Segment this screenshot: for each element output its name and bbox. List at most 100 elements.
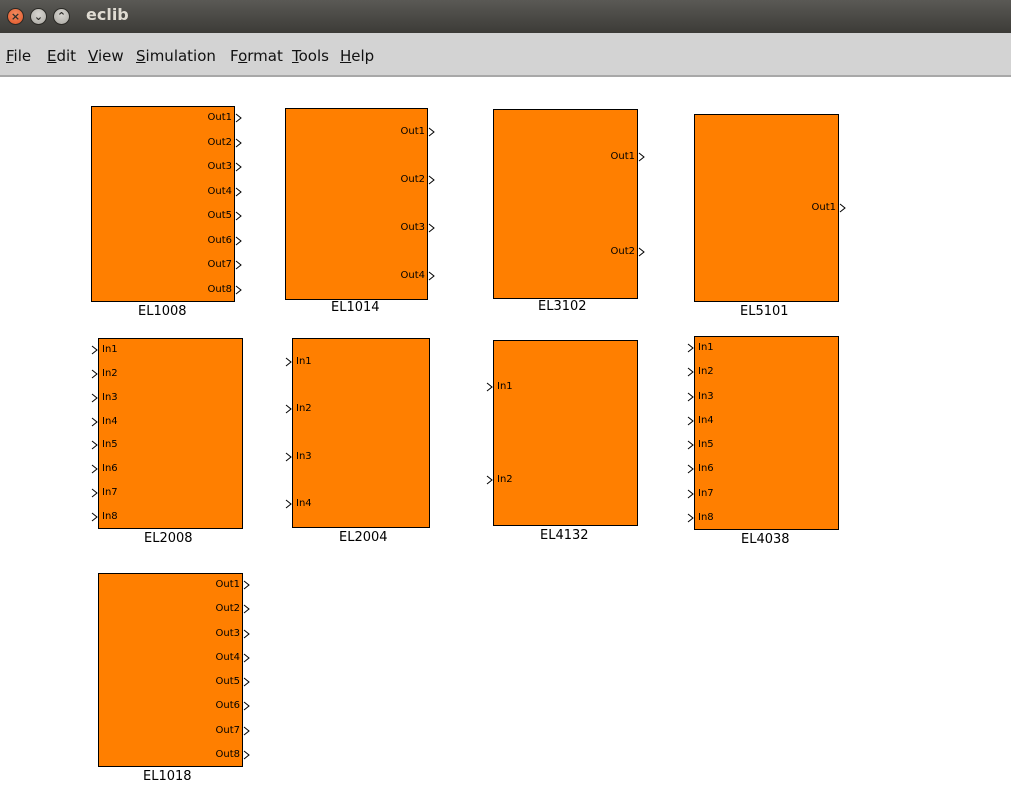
port-label: In2	[296, 403, 312, 415]
port-label: Out5	[215, 676, 241, 688]
port-label: Out3	[215, 627, 241, 639]
port-label: In1	[698, 342, 714, 354]
maximize-window-icon[interactable]: ⌃	[53, 8, 70, 25]
port-label: Out4	[400, 270, 426, 281]
input-port-arrow-icon[interactable]	[91, 393, 98, 403]
output-port-arrow-icon[interactable]	[243, 726, 250, 736]
block-el2008[interactable]	[98, 338, 243, 529]
output-port-arrow-icon[interactable]	[235, 236, 242, 246]
input-port-arrow-icon[interactable]	[91, 464, 98, 474]
output-port-arrow-icon[interactable]	[243, 629, 250, 639]
output-port-arrow-icon[interactable]	[235, 211, 242, 221]
port-label: In7	[698, 487, 714, 499]
input-port-arrow-icon[interactable]	[687, 513, 694, 523]
port-label: Out2	[400, 174, 426, 185]
output-port-arrow-icon[interactable]	[638, 152, 645, 162]
block-el1008[interactable]	[91, 106, 235, 302]
output-port-arrow-icon[interactable]	[243, 750, 250, 760]
port-label: Out6	[215, 700, 241, 712]
output-port-arrow-icon[interactable]	[235, 285, 242, 295]
port-label: Out3	[400, 222, 426, 233]
output-port-arrow-icon[interactable]	[428, 271, 435, 281]
input-port-arrow-icon[interactable]	[285, 404, 292, 414]
block-label: EL4132	[540, 528, 589, 543]
menu-view[interactable]: View	[88, 47, 124, 65]
port-label: Out5	[207, 210, 233, 222]
menu-simulation[interactable]: Simulation	[136, 47, 216, 65]
port-label: Out2	[610, 245, 636, 257]
port-label: Out1	[207, 112, 233, 124]
port-label: Out2	[215, 603, 241, 615]
port-label: In7	[102, 487, 118, 499]
block-label: EL2004	[339, 530, 388, 545]
menu-tools[interactable]: Tools	[292, 47, 329, 65]
input-port-arrow-icon[interactable]	[285, 357, 292, 367]
input-port-arrow-icon[interactable]	[687, 392, 694, 402]
output-port-arrow-icon[interactable]	[235, 138, 242, 148]
output-port-arrow-icon[interactable]	[235, 162, 242, 172]
input-port-arrow-icon[interactable]	[687, 367, 694, 377]
port-label: Out4	[207, 185, 233, 197]
port-label: In2	[698, 366, 714, 378]
input-port-arrow-icon[interactable]	[486, 475, 493, 485]
port-label: In1	[497, 380, 513, 392]
output-port-arrow-icon[interactable]	[235, 187, 242, 197]
port-label: Out2	[207, 136, 233, 148]
close-window-icon[interactable]: ×	[7, 8, 24, 25]
block-el2004[interactable]	[292, 338, 430, 528]
port-label: Out8	[215, 748, 241, 760]
output-port-arrow-icon[interactable]	[243, 701, 250, 711]
block-label: EL5101	[740, 304, 789, 319]
input-port-arrow-icon[interactable]	[91, 512, 98, 522]
port-label: Out8	[207, 283, 233, 295]
menu-file[interactable]: File	[6, 47, 31, 65]
port-label: In8	[102, 511, 118, 523]
input-port-arrow-icon[interactable]	[285, 452, 292, 462]
block-el1018[interactable]	[98, 573, 243, 767]
input-port-arrow-icon[interactable]	[91, 417, 98, 427]
input-port-arrow-icon[interactable]	[687, 440, 694, 450]
output-port-arrow-icon[interactable]	[243, 580, 250, 590]
menu-format[interactable]: Format	[230, 47, 283, 65]
block-el4132[interactable]	[493, 340, 638, 526]
input-port-arrow-icon[interactable]	[91, 345, 98, 355]
input-port-arrow-icon[interactable]	[687, 489, 694, 499]
output-port-arrow-icon[interactable]	[235, 113, 242, 123]
input-port-arrow-icon[interactable]	[91, 369, 98, 379]
input-port-arrow-icon[interactable]	[687, 464, 694, 474]
input-port-arrow-icon[interactable]	[687, 416, 694, 426]
port-label: Out4	[215, 651, 241, 663]
menu-help[interactable]: Help	[340, 47, 374, 65]
minimize-window-icon[interactable]: ⌄	[30, 8, 47, 25]
port-label: In3	[102, 391, 118, 403]
window-title: eclib	[86, 5, 129, 24]
menu-edit[interactable]: Edit	[47, 47, 76, 65]
output-port-arrow-icon[interactable]	[638, 247, 645, 257]
input-port-arrow-icon[interactable]	[486, 382, 493, 392]
block-label: EL1008	[138, 304, 187, 319]
output-port-arrow-icon[interactable]	[428, 223, 435, 233]
menu-bar: File Edit View Simulation Format Tools Help	[0, 33, 1011, 77]
title-bar: × ⌄ ⌃ eclib	[0, 0, 1011, 33]
port-label: In6	[102, 463, 118, 475]
input-port-arrow-icon[interactable]	[285, 499, 292, 509]
output-port-arrow-icon[interactable]	[243, 677, 250, 687]
output-port-arrow-icon[interactable]	[235, 260, 242, 270]
block-el4038[interactable]	[694, 336, 839, 530]
output-port-arrow-icon[interactable]	[243, 604, 250, 614]
input-port-arrow-icon[interactable]	[91, 440, 98, 450]
input-port-arrow-icon[interactable]	[91, 488, 98, 498]
output-port-arrow-icon[interactable]	[428, 127, 435, 137]
port-label: In6	[698, 463, 714, 475]
output-port-arrow-icon[interactable]	[839, 203, 846, 213]
input-port-arrow-icon[interactable]	[687, 343, 694, 353]
port-label: In4	[698, 414, 714, 426]
block-el3102[interactable]	[493, 109, 638, 299]
block-label: EL3102	[538, 299, 587, 314]
port-label: Out1	[400, 126, 426, 137]
port-label: In4	[102, 415, 118, 427]
output-port-arrow-icon[interactable]	[243, 653, 250, 663]
port-label: Out7	[215, 724, 241, 736]
port-label: In3	[698, 390, 714, 402]
output-port-arrow-icon[interactable]	[428, 175, 435, 185]
